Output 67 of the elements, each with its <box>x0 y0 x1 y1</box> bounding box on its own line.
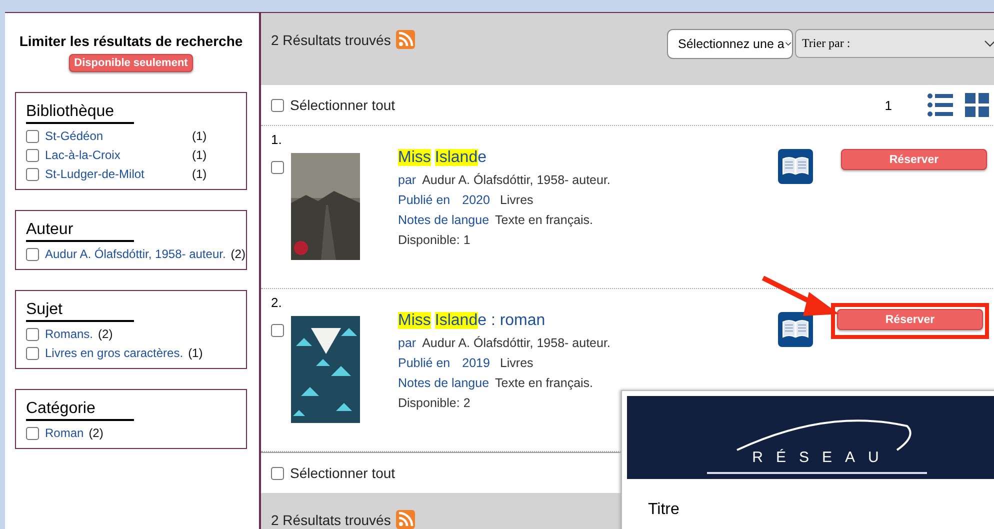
facet-count: (1) <box>188 346 203 360</box>
logo-text: RÉSEAU <box>752 449 892 466</box>
facet-checkbox[interactable] <box>26 328 39 341</box>
select-dropdown[interactable]: Sélectionnez une a <box>667 29 793 59</box>
facet-checkbox[interactable] <box>26 168 39 181</box>
format-text: Livres <box>500 356 534 370</box>
facet-checkbox[interactable] <box>26 149 39 162</box>
facet-checkbox[interactable] <box>26 130 39 143</box>
facet-heading: Auteur <box>26 221 134 242</box>
notes-text: Texte en français. <box>495 376 594 390</box>
publication-year: 2019 <box>462 356 490 370</box>
facet-link[interactable]: Roman <box>45 426 84 440</box>
results-count: 2 Résultats trouvés <box>271 512 391 528</box>
author-label: par <box>398 173 416 187</box>
facet-link[interactable]: Lac-à-la-Croix <box>45 148 180 162</box>
field-label: Titre <box>648 501 680 519</box>
availability-text: Disponible: 2 <box>398 396 470 410</box>
result-title-link[interactable]: Miss Islande <box>398 149 774 167</box>
author-name: Audur A. Ólafsdóttir, 1958- auteur. <box>422 336 610 350</box>
page-number[interactable]: 1 <box>884 98 892 112</box>
notes-label: Notes de langue <box>398 376 490 390</box>
facet-count: (1) <box>192 167 207 181</box>
facet-link[interactable]: Audur A. Ólafsdóttir, 1958- auteur. <box>45 247 226 261</box>
facet-heading: Sujet <box>26 301 134 322</box>
chevron-down-icon <box>785 41 792 47</box>
author-name: Audur A. Ólafsdóttir, 1958- auteur. <box>422 173 610 187</box>
facet-link[interactable]: St-Gédéon <box>45 129 180 143</box>
facet-heading: Bibliothèque <box>26 103 134 124</box>
facet-count: (2) <box>98 327 113 341</box>
select-all-checkbox[interactable] <box>271 466 284 480</box>
notes-text: Texte en français. <box>495 213 594 227</box>
published-label: Publié en <box>398 193 450 207</box>
rss-icon[interactable] <box>396 30 415 49</box>
facet-link[interactable]: St-Ludger-de-Milot <box>45 167 180 181</box>
sort-dropdown[interactable]: Trier par : <box>795 29 994 58</box>
result-title-link[interactable]: Miss Islande : roman <box>398 312 774 330</box>
facet-link[interactable]: Romans. <box>45 327 94 341</box>
result-checkbox[interactable] <box>271 161 284 174</box>
select-all-label: Sélectionner tout <box>290 97 396 113</box>
open-book-icon[interactable] <box>778 312 813 347</box>
grid-view-icon[interactable] <box>965 93 989 117</box>
format-text: Livres <box>500 193 534 207</box>
sidebar-title: Limiter les résultats de recherche <box>18 33 244 49</box>
author-label: par <box>398 336 416 350</box>
result-number: 1. <box>271 132 283 147</box>
result-checkbox[interactable] <box>271 324 284 337</box>
facet-checkbox[interactable] <box>26 248 39 261</box>
open-book-icon[interactable] <box>778 149 813 184</box>
rss-icon[interactable] <box>396 510 415 529</box>
facet-link[interactable]: Livres en gros caractères. <box>45 346 184 360</box>
facet-checkbox[interactable] <box>26 427 39 440</box>
facet-checkbox[interactable] <box>26 347 39 360</box>
published-label: Publié en <box>398 356 450 370</box>
facet-count: (1) <box>192 129 207 143</box>
facet-heading: Catégorie <box>26 400 134 421</box>
result-number: 2. <box>271 295 283 310</box>
availability-text: Disponible: 1 <box>398 233 470 247</box>
results-count: 2 Résultats trouvés <box>271 32 391 48</box>
chevron-down-icon <box>984 40 994 47</box>
notes-label: Notes de langue <box>398 213 490 227</box>
select-all-checkbox[interactable] <box>271 98 284 112</box>
publication-year: 2020 <box>462 193 490 207</box>
facet-count: (2) <box>88 426 104 440</box>
facet-count: (1) <box>192 148 207 162</box>
list-view-icon[interactable] <box>927 93 953 117</box>
select-all-label: Sélectionner tout <box>290 465 396 481</box>
facet-count: (2) <box>230 247 246 261</box>
